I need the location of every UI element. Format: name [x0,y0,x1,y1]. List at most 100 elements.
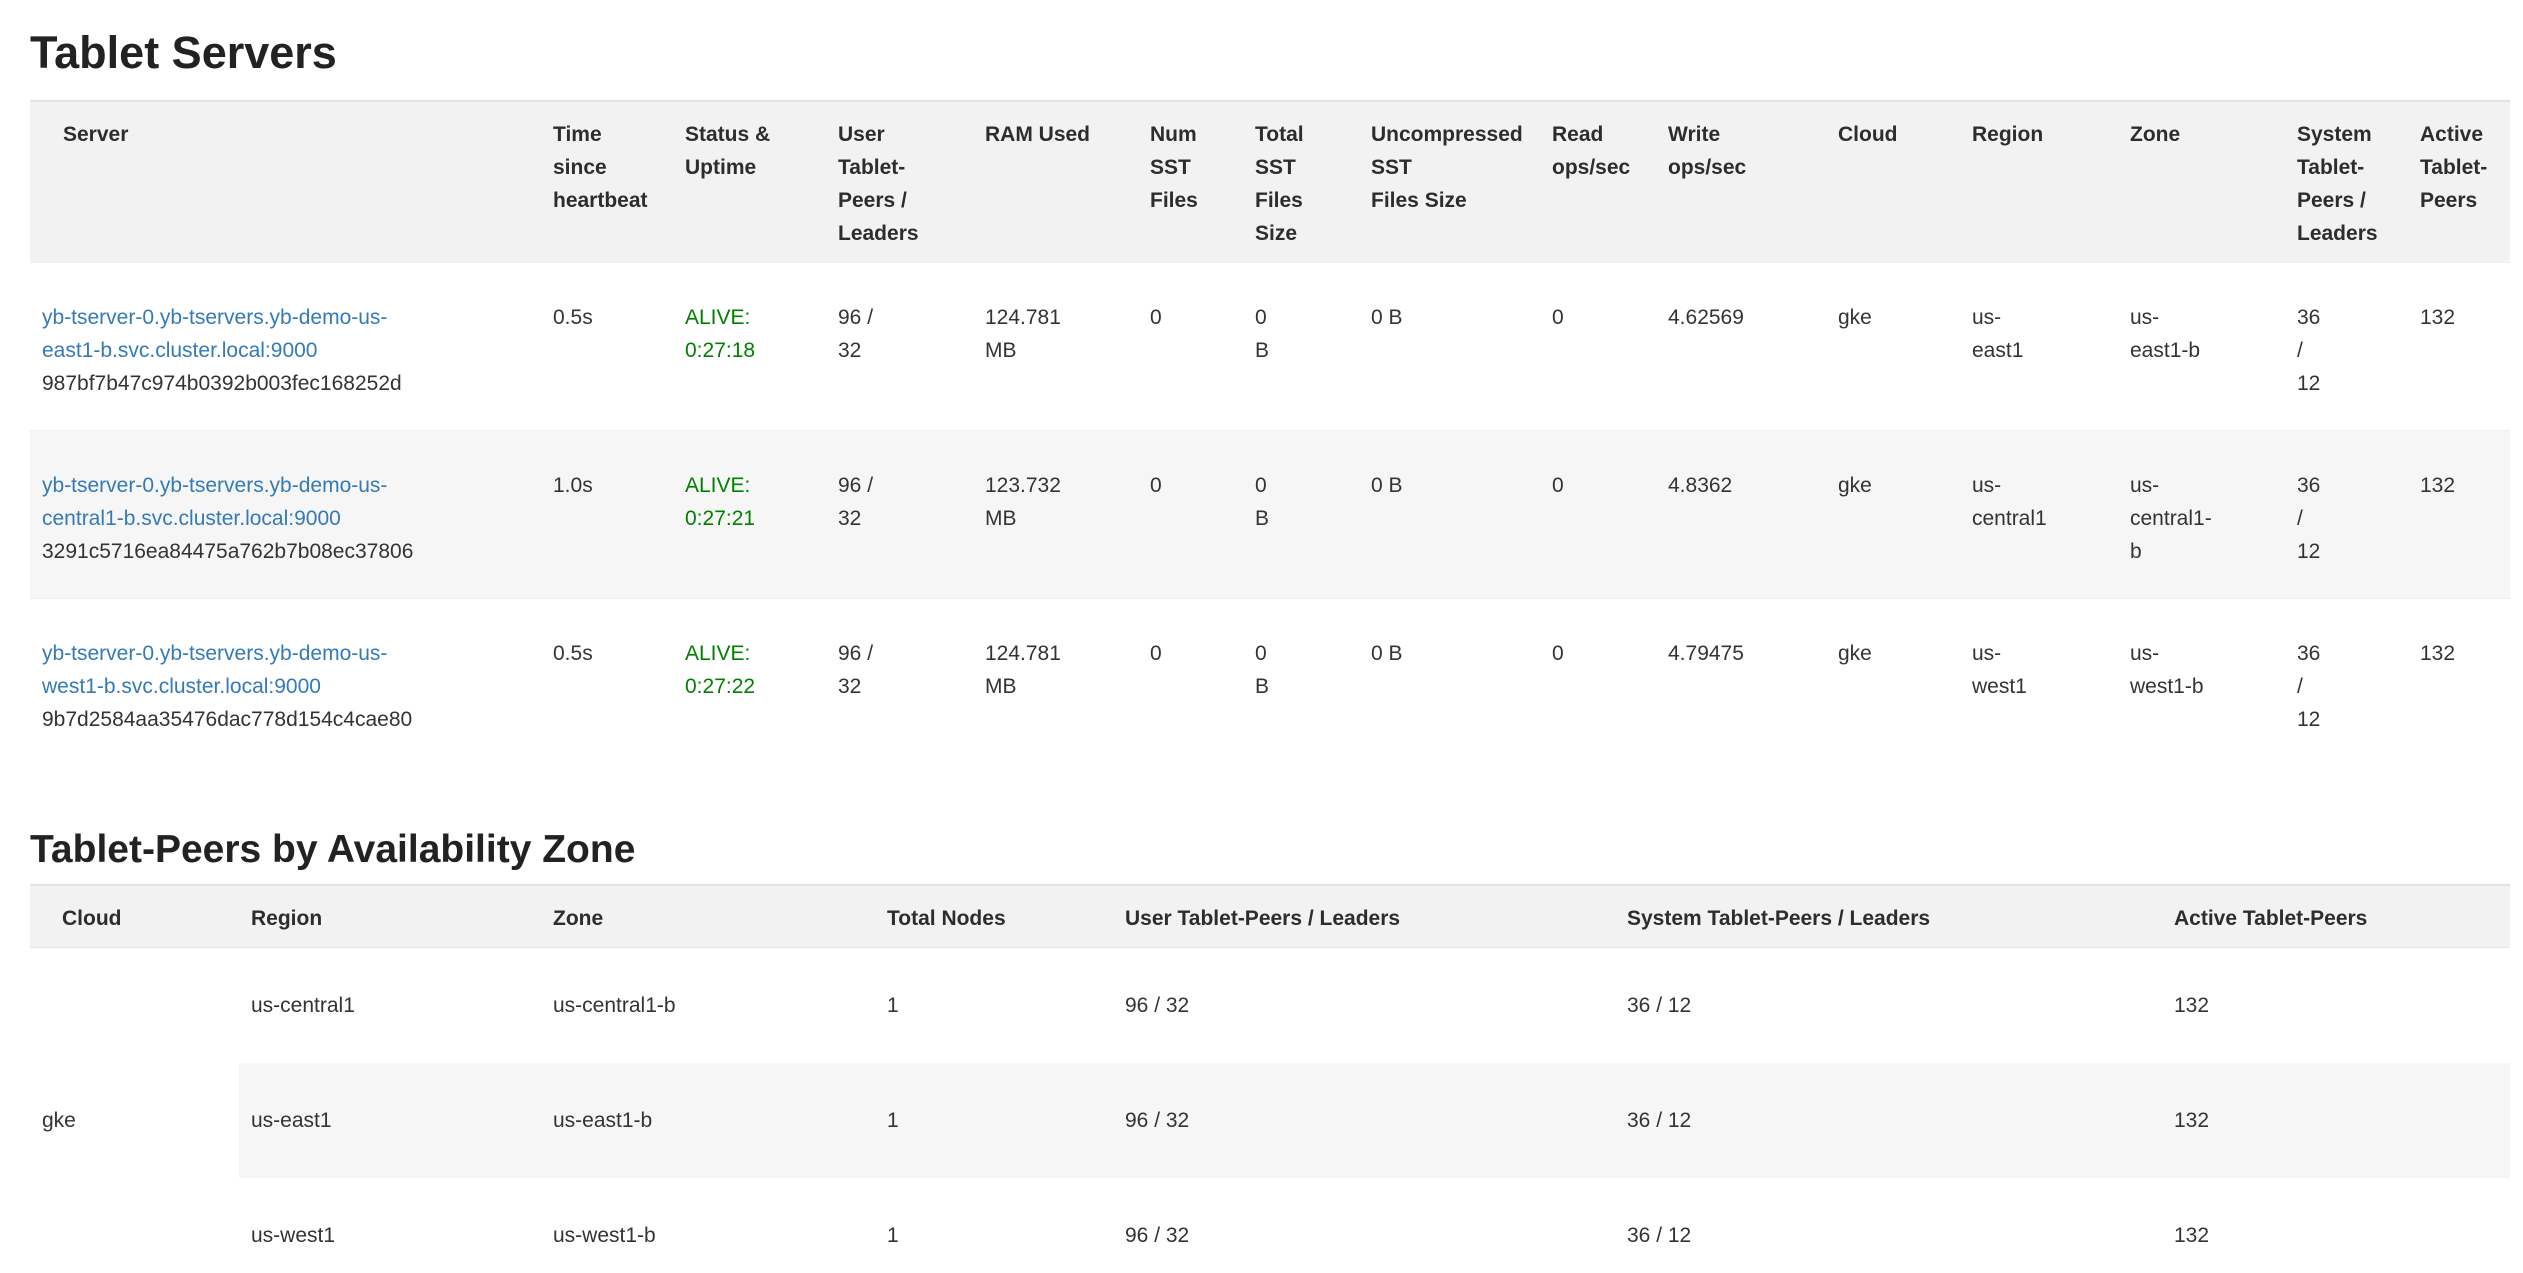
col-ram-used: RAM Used [973,101,1138,263]
cell-cloud: gke [1826,431,1960,599]
cell-write-ops: 4.8362 [1656,431,1826,599]
cell-read-ops: 0 [1540,599,1656,767]
col-uncompressed-sst-files-size: Uncompressed SST Files Size [1359,101,1540,263]
col-zone: Zone [541,885,875,948]
col-time-since-heartbeat: Time since heartbeat [541,101,673,263]
cell-uncompressed-sst-files-size: 0 B [1359,263,1540,431]
cell-zone: us-central1-b [541,948,875,1064]
col-cloud: Cloud [30,885,239,948]
tablet-servers-table: Server Time since heartbeat Status & Upt… [30,100,2510,766]
cell-active-tablet-peers: 132 [2162,1063,2510,1178]
col-active-tablet-peers: Active Tablet-Peers [2162,885,2510,948]
cell-ram-used: 124.781 MB [973,599,1138,767]
cell-user-tablet-peers: 96 / 32 [826,599,973,767]
tserver-row: yb-tserver-0.yb-tservers.yb-demo-us-cent… [30,431,2510,599]
tablet-peers-by-zone-table: Cloud Region Zone Total Nodes User Table… [30,884,2510,1273]
cell-system-tablet-peers: 36 / 12 [1615,1178,2162,1273]
col-user-tablet-peers: User Tablet-Peers / Leaders [1113,885,1615,948]
cell-num-sst-files: 0 [1138,263,1243,431]
col-total-nodes: Total Nodes [875,885,1113,948]
col-user-tablet-peers: User Tablet-Peers / Leaders [826,101,973,263]
tserver-uuid: 3291c5716ea84475a762b7b08ec37806 [42,535,529,568]
cell-num-sst-files: 0 [1138,431,1243,599]
cell-user-tablet-peers: 96 / 32 [1113,1178,1615,1273]
col-active-tablet-peers: Active Tablet-Peers [2408,101,2510,263]
cell-status-uptime: ALIVE: 0:27:21 [673,431,826,599]
cell-zone: us-east1-b [541,1063,875,1178]
cell-region: us-east1 [1960,263,2118,431]
cell-status-uptime: ALIVE: 0:27:18 [673,263,826,431]
cell-ram-used: 124.781 MB [973,263,1138,431]
cell-system-tablet-peers: 36 / 12 [2285,263,2408,431]
col-num-sst-files: Num SST Files [1138,101,1243,263]
cell-active-tablet-peers: 132 [2162,1178,2510,1273]
cell-region: us-west1 [239,1178,541,1273]
cell-server: yb-tserver-0.yb-tservers.yb-demo-us-west… [30,599,541,767]
cell-total-sst-files-size: 0 B [1243,599,1359,767]
cell-server: yb-tserver-0.yb-tservers.yb-demo-us-east… [30,263,541,431]
cell-total-sst-files-size: 0 B [1243,263,1359,431]
tablet-servers-title: Tablet Servers [30,28,2523,78]
cell-user-tablet-peers: 96 / 32 [826,263,973,431]
cell-uncompressed-sst-files-size: 0 B [1359,599,1540,767]
zone-row: gke us-central1 us-central1-b 1 96 / 32 … [30,948,2510,1064]
tserver-address-link[interactable]: yb-tserver-0.yb-tservers.yb-demo-us-cent… [42,474,387,530]
col-write-ops: Write ops/sec [1656,101,1826,263]
cell-total-nodes: 1 [875,948,1113,1064]
cell-cloud: gke [1826,263,1960,431]
cell-zone: us-central1-b [2118,431,2285,599]
cell-write-ops: 4.79475 [1656,599,1826,767]
col-total-sst-files-size: Total SST Files Size [1243,101,1359,263]
cell-user-tablet-peers: 96 / 32 [1113,1063,1615,1178]
cell-server: yb-tserver-0.yb-tservers.yb-demo-us-cent… [30,431,541,599]
cell-user-tablet-peers: 96 / 32 [1113,948,1615,1064]
cell-active-tablet-peers: 132 [2408,263,2510,431]
cell-total-sst-files-size: 0 B [1243,431,1359,599]
cell-zone: us-east1-b [2118,263,2285,431]
cell-active-tablet-peers: 132 [2162,948,2510,1064]
col-system-tablet-peers: System Tablet-Peers / Leaders [1615,885,2162,948]
col-zone: Zone [2118,101,2285,263]
cell-region: us-central1 [239,948,541,1064]
tserver-uuid: 987bf7b47c974b0392b003fec168252d [42,367,529,400]
col-region: Region [239,885,541,948]
cell-user-tablet-peers: 96 / 32 [826,431,973,599]
cell-total-nodes: 1 [875,1178,1113,1273]
cell-time-since-heartbeat: 0.5s [541,263,673,431]
cell-system-tablet-peers: 36 / 12 [2285,599,2408,767]
cell-cloud: gke [30,948,239,1273]
col-status-uptime: Status & Uptime [673,101,826,263]
cell-read-ops: 0 [1540,431,1656,599]
tablet-servers-header-row: Server Time since heartbeat Status & Upt… [30,101,2510,263]
cell-region: us-east1 [239,1063,541,1178]
zone-row: us-east1 us-east1-b 1 96 / 32 36 / 12 13… [30,1063,2510,1178]
cell-cloud: gke [1826,599,1960,767]
cell-uncompressed-sst-files-size: 0 B [1359,431,1540,599]
cell-zone: us-west1-b [2118,599,2285,767]
cell-time-since-heartbeat: 1.0s [541,431,673,599]
tserver-row: yb-tserver-0.yb-tservers.yb-demo-us-west… [30,599,2510,767]
cell-num-sst-files: 0 [1138,599,1243,767]
zone-row: us-west1 us-west1-b 1 96 / 32 36 / 12 13… [30,1178,2510,1273]
tserver-uuid: 9b7d2584aa35476dac778d154c4cae80 [42,703,529,736]
cell-region: us-central1 [1960,431,2118,599]
cell-ram-used: 123.732 MB [973,431,1138,599]
cell-time-since-heartbeat: 0.5s [541,599,673,767]
tablet-peers-by-zone-title: Tablet-Peers by Availability Zone [30,828,2523,872]
cell-total-nodes: 1 [875,1063,1113,1178]
cell-write-ops: 4.62569 [1656,263,1826,431]
col-server: Server [30,101,541,263]
cell-active-tablet-peers: 132 [2408,599,2510,767]
cell-system-tablet-peers: 36 / 12 [1615,948,2162,1064]
tserver-address-link[interactable]: yb-tserver-0.yb-tservers.yb-demo-us-west… [42,642,387,698]
col-cloud: Cloud [1826,101,1960,263]
col-region: Region [1960,101,2118,263]
tserver-address-link[interactable]: yb-tserver-0.yb-tservers.yb-demo-us-east… [42,306,387,362]
zone-table-header-row: Cloud Region Zone Total Nodes User Table… [30,885,2510,948]
cell-system-tablet-peers: 36 / 12 [1615,1063,2162,1178]
cell-status-uptime: ALIVE: 0:27:22 [673,599,826,767]
cell-system-tablet-peers: 36 / 12 [2285,431,2408,599]
cell-active-tablet-peers: 132 [2408,431,2510,599]
cell-region: us-west1 [1960,599,2118,767]
cell-zone: us-west1-b [541,1178,875,1273]
